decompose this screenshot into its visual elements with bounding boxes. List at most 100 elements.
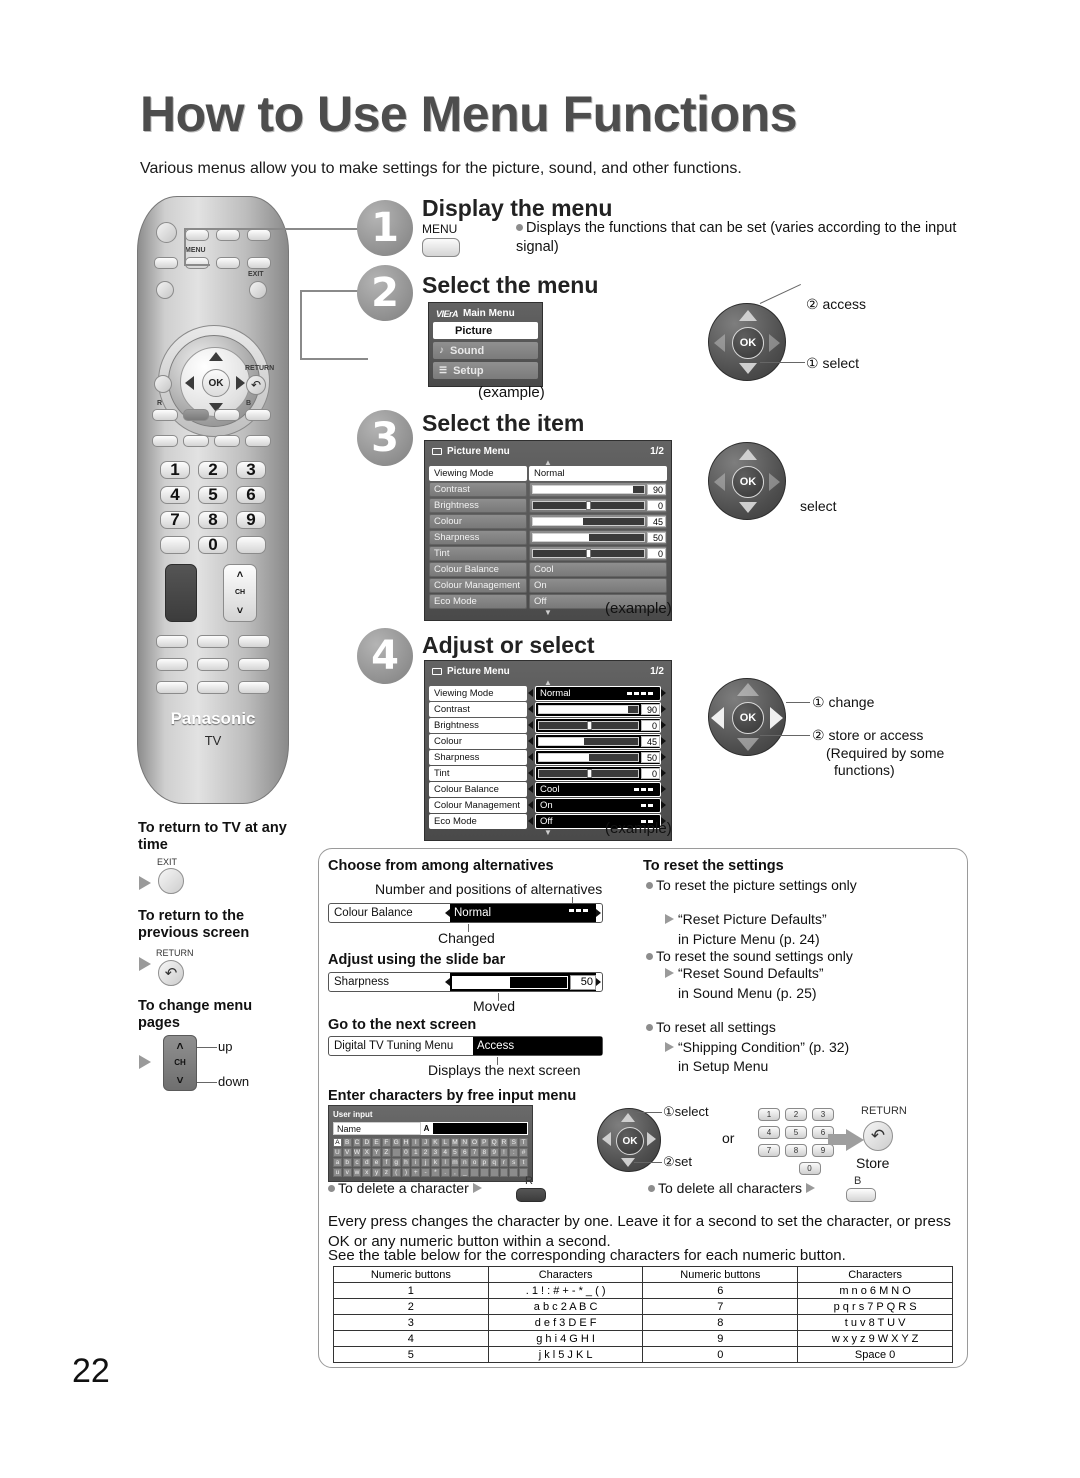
keyboard-key[interactable]: r xyxy=(499,1158,509,1167)
left-arrow-icon[interactable] xyxy=(528,785,533,794)
keyboard-key[interactable]: q xyxy=(489,1158,499,1167)
keyboard-key[interactable]: w xyxy=(352,1168,362,1177)
keyboard-key[interactable]: 4 xyxy=(440,1148,450,1157)
right-arrow-icon[interactable] xyxy=(596,978,601,986)
keyboard-key[interactable] xyxy=(489,1168,499,1177)
keyboard-key[interactable]: z xyxy=(381,1168,391,1177)
keyboard-key[interactable]: H xyxy=(401,1138,411,1147)
left-arrow-icon[interactable] xyxy=(528,753,533,762)
keyboard-key[interactable]: h xyxy=(401,1158,411,1167)
keyboard-key[interactable]: N xyxy=(460,1138,470,1147)
picture-menu-row[interactable]: Brightness 0 xyxy=(429,498,667,513)
keyboard-key[interactable]: K xyxy=(430,1138,440,1147)
keyboard-key[interactable]: F xyxy=(381,1138,391,1147)
picture-menu-row[interactable]: Colour 45 xyxy=(429,514,667,529)
picture-menu-row[interactable]: Colour 45 xyxy=(429,734,667,749)
keyboard-key[interactable]: C xyxy=(352,1138,362,1147)
numkey-5[interactable]: 5 xyxy=(785,1126,807,1139)
keyboard-key[interactable]: B xyxy=(342,1138,352,1147)
numkey-8[interactable]: 8 xyxy=(785,1144,807,1157)
keyboard-key[interactable]: : xyxy=(509,1148,519,1157)
keyboard-key[interactable]: t xyxy=(519,1158,528,1167)
left-arrow-icon[interactable] xyxy=(528,769,533,778)
slider[interactable] xyxy=(532,484,645,494)
picture-menu-row[interactable]: Sharpness 50 xyxy=(429,530,667,545)
right-arrow-icon[interactable] xyxy=(661,801,666,810)
keyboard-key[interactable] xyxy=(499,1168,509,1177)
picture-menu-row[interactable]: Tint 0 xyxy=(429,766,667,781)
keyboard-key[interactable]: R xyxy=(499,1138,509,1147)
keyboard-key[interactable]: f xyxy=(381,1158,391,1167)
keyboard-key[interactable]: e xyxy=(372,1158,381,1167)
user-input-name-row[interactable]: Name A xyxy=(333,1122,528,1135)
keyboard-key[interactable]: # xyxy=(519,1148,528,1157)
keyboard-key[interactable]: o xyxy=(470,1158,479,1167)
return-button-icon[interactable]: ↶ xyxy=(158,960,184,986)
numkey-3[interactable]: 3 xyxy=(812,1108,834,1121)
picture-menu-row[interactable]: Colour Management On xyxy=(429,798,667,813)
keyboard-key[interactable]: I xyxy=(411,1138,421,1147)
alternatives-bar[interactable]: Colour Balance Normal xyxy=(328,903,603,923)
keyboard-key[interactable]: 9 xyxy=(489,1148,499,1157)
slider[interactable] xyxy=(532,500,645,510)
keyboard-key[interactable]: , xyxy=(450,1168,460,1177)
keyboard-key[interactable]: g xyxy=(391,1158,401,1167)
keyboard-key[interactable]: 2 xyxy=(421,1148,430,1157)
keyboard-key[interactable]: a xyxy=(333,1158,342,1167)
right-arrow-icon[interactable] xyxy=(661,721,666,730)
keyboard-key[interactable] xyxy=(470,1168,479,1177)
slider[interactable] xyxy=(538,768,639,778)
keyboard-key[interactable]: M xyxy=(450,1138,460,1147)
keyboard-key[interactable]: 6 xyxy=(460,1148,470,1157)
slider[interactable] xyxy=(532,516,645,526)
slider[interactable] xyxy=(538,752,639,762)
keyboard-key[interactable]: Q xyxy=(489,1138,499,1147)
keyboard-key[interactable]: A xyxy=(333,1138,342,1147)
keyboard-key[interactable]: E xyxy=(372,1138,381,1147)
blue-key-icon[interactable] xyxy=(846,1188,876,1202)
keyboard-key[interactable]: y xyxy=(372,1168,381,1177)
main-menu-item-setup[interactable]: ☰ Setup xyxy=(433,362,538,379)
on-screen-keyboard[interactable]: A B C D E F G H I J K L M N O P Q R S T U V W X Y Z 0 1 2 3 4 5 6 7 8 9!: # a… xyxy=(333,1138,528,1177)
keyboard-key[interactable] xyxy=(391,1148,401,1157)
ch-down-icon[interactable]: ˅ xyxy=(176,1073,183,1087)
keyboard-key[interactable]: 3 xyxy=(430,1148,440,1157)
keyboard-key[interactable]: V xyxy=(342,1148,352,1157)
keyboard-key[interactable]: S xyxy=(509,1138,519,1147)
keyboard-key[interactable]: s xyxy=(509,1158,519,1167)
picture-menu-row[interactable]: Colour Management On xyxy=(429,578,667,593)
keyboard-key[interactable]: ( xyxy=(391,1168,401,1177)
keyboard-key[interactable]: G xyxy=(391,1138,401,1147)
right-arrow-icon[interactable] xyxy=(661,785,666,794)
keyboard-key[interactable]: p xyxy=(479,1158,489,1167)
keyboard-key[interactable]: k xyxy=(430,1158,440,1167)
left-arrow-icon[interactable] xyxy=(528,817,533,826)
keyboard-key[interactable]: . xyxy=(440,1168,450,1177)
left-arrow-icon[interactable] xyxy=(528,705,533,714)
user-input-field[interactable] xyxy=(432,1122,528,1135)
slider[interactable] xyxy=(532,548,645,558)
keyboard-key[interactable]: j xyxy=(421,1158,430,1167)
keyboard-key[interactable]: D xyxy=(362,1138,372,1147)
keyboard-key[interactable]: b xyxy=(342,1158,352,1167)
nextscreen-bar[interactable]: Digital TV Tuning Menu Access xyxy=(328,1036,603,1056)
keyboard-key[interactable]: v xyxy=(342,1168,352,1177)
picture-menu-row[interactable]: Brightness 0 xyxy=(429,718,667,733)
keyboard-key[interactable]: J xyxy=(421,1138,430,1147)
return-button-icon[interactable]: ↶ xyxy=(863,1121,893,1151)
picture-menu-row[interactable]: Viewing Mode Normal xyxy=(429,686,667,701)
slider[interactable] xyxy=(538,704,639,714)
keyboard-key[interactable]: Y xyxy=(372,1148,381,1157)
picture-menu-row[interactable]: Contrast 90 xyxy=(429,482,667,497)
numkey-9[interactable]: 9 xyxy=(812,1144,834,1157)
exit-button-icon[interactable] xyxy=(158,868,184,894)
keyboard-key[interactable]: 5 xyxy=(450,1148,460,1157)
numkey-2[interactable]: 2 xyxy=(785,1108,807,1121)
ch-rocker-icon[interactable]: ˄ CH ˅ xyxy=(163,1035,197,1091)
keyboard-key[interactable]: d xyxy=(362,1158,372,1167)
keyboard-key[interactable]: * xyxy=(430,1168,440,1177)
keyboard-key[interactable]: 7 xyxy=(470,1148,479,1157)
keyboard-key[interactable]: m xyxy=(450,1158,460,1167)
right-arrow-icon[interactable] xyxy=(661,737,666,746)
keyboard-key[interactable]: i xyxy=(411,1158,421,1167)
